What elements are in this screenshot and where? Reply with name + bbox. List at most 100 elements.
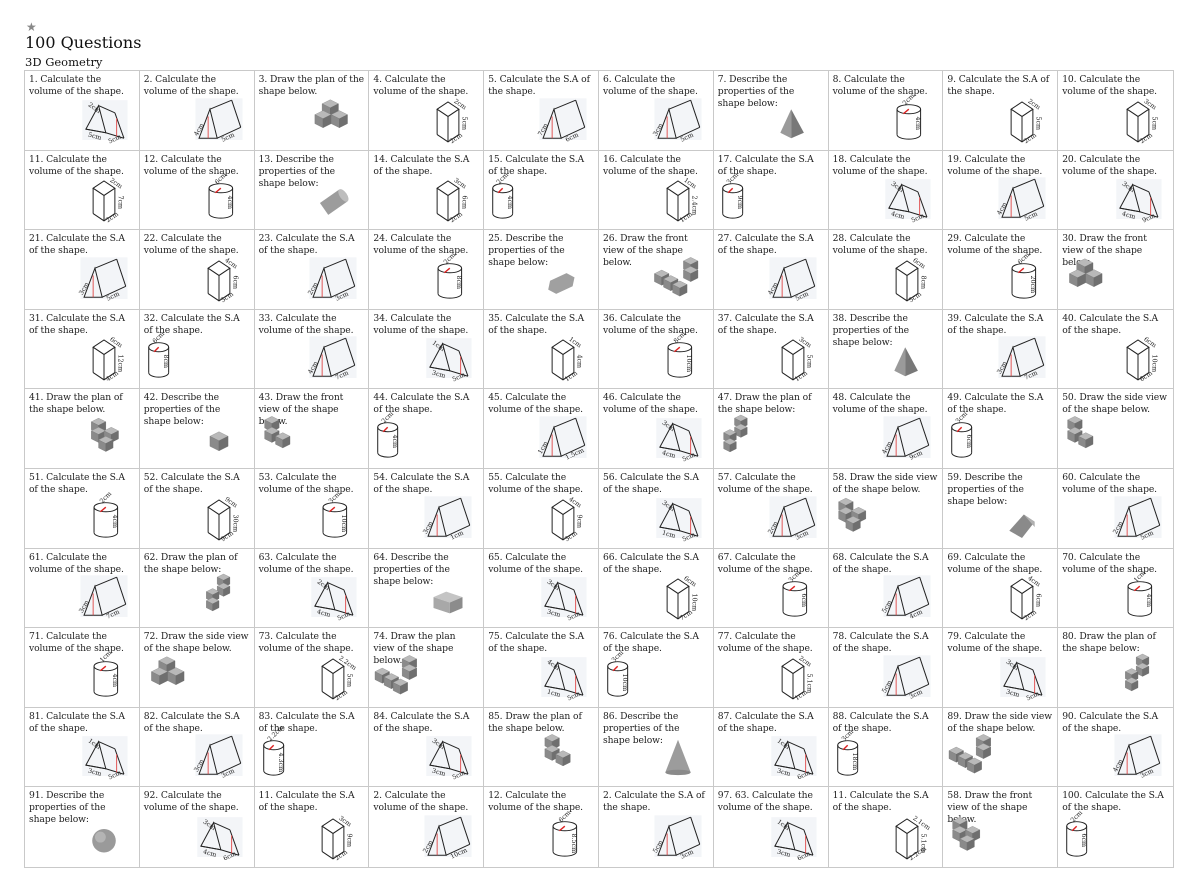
cylinder-left-icon: 3cm18cm [836, 729, 859, 777]
question-cell: 13. Describe the properties of the shape… [254, 150, 370, 231]
question-cell: 16. Calculate the volume of the shape. 1c… [599, 150, 714, 231]
question-text: 85. Draw the plan of the shape below. [488, 710, 582, 734]
svg-text:1cm: 1cm [563, 369, 579, 383]
question-cell: 69. Calculate the volume of the shape. 4c… [943, 548, 1059, 629]
cube-icon [209, 431, 229, 452]
svg-text:2.1cm: 2.1cm [912, 814, 933, 832]
svg-text:20cm: 20cm [1029, 275, 1036, 293]
prism-icon: 3cm4cm 5cm [885, 179, 931, 225]
cylinder-left-figure: 3cm 10cm [605, 649, 663, 703]
cubes-L-left-figure [948, 732, 1007, 782]
prism-figure: 1cm 3cm 6cm [764, 813, 822, 863]
question-cell: 60. Calculate the volume of the shape. 2c… [1058, 469, 1173, 549]
tri-prism-figure: 4cm 5cm [190, 96, 248, 146]
svg-text:4cm: 4cm [914, 116, 922, 130]
question-cell: 73. Calculate the volume of the shape. 2.… [254, 628, 370, 708]
hex-prism-icon [548, 272, 575, 294]
cylinder-left-figure: 2cm 6cm [1064, 809, 1122, 863]
question-cell: 67. Calculate the volume of the shape. 3c… [713, 548, 829, 629]
question-text: 27. Calculate the S.A of the shape. [717, 233, 814, 257]
svg-text:2cm: 2cm [797, 655, 812, 669]
cubes-stack-left-figure [1064, 255, 1122, 305]
tri-prism-figure: 4cm 5cm [764, 255, 822, 305]
svg-text:12cm: 12cm [116, 355, 124, 373]
question-text: 37. Calculate the S.A of the shape. [717, 312, 814, 336]
tri-prism-figure: 3cm 5cm [649, 96, 707, 146]
question-cell: 83. Calculate the S.A of the shape. 2.2cm… [254, 707, 370, 788]
question-cell: 63. Calculate the volume of the shape. 2c… [254, 548, 370, 629]
prism-icon: 3cm4cm 6cm [196, 817, 243, 862]
cuboid-icon: 3cm 6cm2cm [436, 177, 468, 224]
question-cell: 43. Draw the front view of the shape bel… [254, 389, 370, 469]
cubes-Z-left-figure [720, 414, 778, 464]
prism-figure: 1cm 3cm 5cm [75, 732, 133, 782]
question-text: 53. Calculate the volume of the shape. [258, 471, 354, 495]
question-text: 47. Draw the plan of the shape below: [717, 392, 812, 416]
cuboid-icon: 9cm30cm9cm [206, 495, 238, 543]
svg-text:1cm: 1cm [567, 335, 583, 349]
cuboid-figure: 2cm 5cm 2cm [993, 96, 1051, 146]
cylinder-left-figure: 2.2cm 4.3cm [261, 725, 319, 782]
prism-icon: 2cm5cm 5cm [82, 99, 128, 145]
tri-prism-icon: 4cm5cm [766, 257, 817, 302]
svg-text:6cm: 6cm [108, 336, 123, 350]
question-text: 45. Calculate the volume of the shape. [488, 392, 584, 416]
question-cell: 77. Calculate the volume of the shape. 2c… [713, 628, 829, 708]
cylinder-left-figure: 2cm 4cm [490, 172, 548, 225]
cylinder-icon: 3cm10cm [322, 490, 348, 538]
tri-prism-icon: 3cm7cm [78, 575, 128, 621]
svg-text:5cm: 5cm [805, 355, 812, 369]
question-text: 20. Calculate the volume of the shape. [1062, 153, 1158, 177]
tri-prism-icon: 2cm3cm [307, 257, 357, 302]
question-cell: 90. Calculate the S.A of the shape. 4cm 3c… [1058, 708, 1173, 788]
svg-text:9cm: 9cm [736, 196, 743, 210]
question-cell: 92. Calculate the volume of the shape. 3c… [140, 787, 255, 867]
cuboid-icon: 3cm 9cm 2cm [321, 815, 353, 862]
cylinder-icon: 2cm4cm [93, 490, 119, 538]
cubes-stack-left-icon [1069, 258, 1103, 287]
prism-figure: 3cm 3cm 5cm [419, 732, 477, 782]
question-text: 89. Draw the side view of the shape belo… [947, 710, 1053, 734]
question-text: 16. Calculate the volume of the shape. [603, 153, 698, 177]
prism-figure: 1cm 3cm 5cm [419, 334, 477, 384]
cylinder-left-icon: 2cm6cm [1066, 809, 1088, 857]
question-text: 11. Calculate the S.A of the shape. [258, 790, 355, 814]
question-cell: 86. Describe the properties of the shape… [599, 707, 714, 788]
question-text: 46. Calculate the volume of the shape. [603, 392, 698, 416]
question-text: 90. Calculate the S.A of the shape. [1062, 710, 1159, 734]
cubes-step-left-icon [1067, 416, 1094, 449]
svg-text:1cm: 1cm [793, 369, 809, 383]
cuboid-icon: 6cm10cm7cm [666, 575, 698, 622]
cylinder-icon: 3cm6cm [782, 570, 807, 617]
question-text: 18. Calculate the volume of the shape. [832, 153, 928, 177]
cube-figure [190, 414, 248, 464]
cylinder-left-icon: 6cm8cm [148, 331, 169, 379]
prism-icon: 1cm3cm 6cm [770, 817, 817, 862]
svg-text:4cm: 4cm [1026, 574, 1042, 588]
question-text: 29. Calculate the volume of the shape. [947, 233, 1043, 257]
question-text: 31. Calculate the S.A of the shape. [29, 312, 125, 336]
cubes-Z-left-icon [723, 414, 748, 453]
question-cell: 59. Describe the properties of the shape… [943, 468, 1059, 549]
question-text: 4. Calculate the volume of the shape. [373, 74, 469, 97]
cuboid-figure: 3cm 5cm 1cm [764, 334, 822, 384]
solid-cylinder-icon [320, 189, 349, 216]
question-cell: 37. Calculate the S.A of the shape. 3cm 5c… [713, 309, 829, 390]
svg-text:4cm: 4cm [567, 495, 583, 509]
svg-text:3cm: 3cm [1142, 97, 1157, 111]
question-text: 60. Calculate the volume of the shape. [1062, 471, 1158, 495]
cylinder-left-figure: 6cm 8cm [146, 331, 204, 384]
svg-text:2cm: 2cm [449, 131, 464, 145]
cubes-Z-figure [1109, 653, 1167, 703]
question-text: 39. Calculate the S.A of the shape. [947, 312, 1044, 336]
question-cell: 81. Calculate the S.A of the shape. 1cm 3c… [25, 707, 140, 788]
question-text: 34. Calculate the volume of the shape. [373, 312, 469, 336]
question-cell: 66. Calculate the S.A of the shape. 6cm 10… [599, 548, 714, 629]
svg-text:2cm: 2cm [105, 211, 120, 225]
question-cell: 88. Calculate the S.A of the shape. 3cm 18… [828, 707, 944, 788]
svg-text:18cm: 18cm [851, 753, 859, 771]
question-text: 41. Draw the plan of the shape below. [29, 392, 123, 416]
question-text: 82. Calculate the S.A of the shape. [143, 710, 240, 734]
question-cell: 27. Calculate the S.A of the shape. 4cm 5c… [713, 230, 829, 310]
prism-figure: 3cm 4cm 5cm [649, 414, 707, 464]
